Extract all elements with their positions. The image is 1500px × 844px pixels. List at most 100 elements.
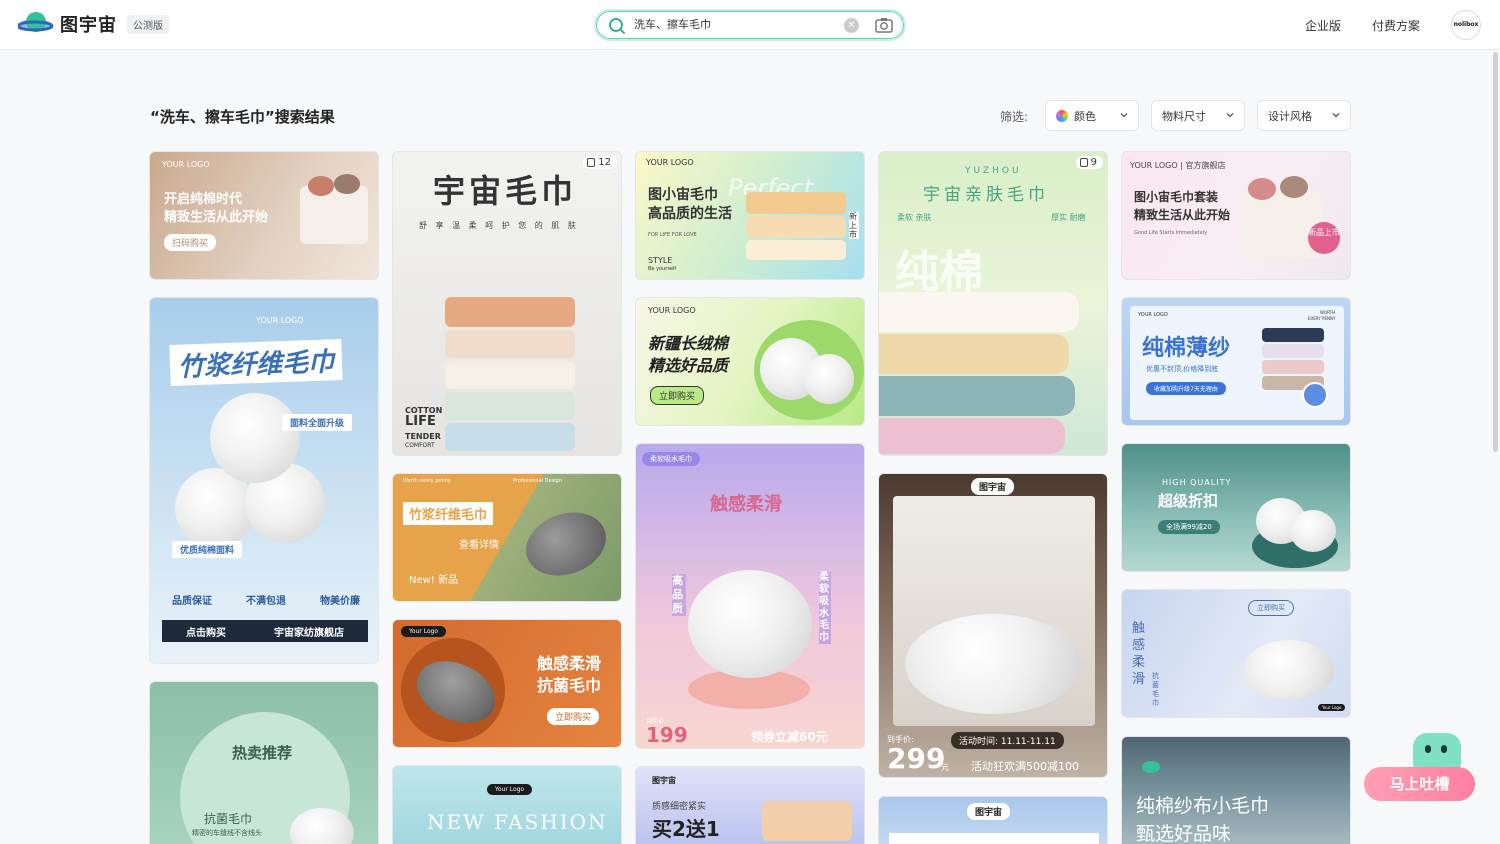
card-title: 宇宙毛巾 — [433, 172, 578, 210]
template-card[interactable]: YOUR LOGO 图小宙毛巾 高品质的生活 Perfect FOR LIFE … — [635, 151, 865, 280]
search-icon[interactable] — [608, 17, 626, 35]
card-tag: 面料全面升级 — [282, 414, 353, 431]
filter-color-dropdown[interactable]: 颜色 — [1045, 100, 1139, 131]
card-title: 宇宙亲肤毛巾 — [923, 185, 1049, 205]
template-card[interactable]: 12 宇宙毛巾 舒 享 温 柔 呵 护 您 的 肌 肤 COTTON LIFE … — [392, 151, 622, 456]
top-header: 图宇宙 公测版 ✕ 企业版 付费方案 nolibox — [0, 0, 1500, 50]
template-card[interactable]: 柔软吸水毛巾 触感柔滑 高品质 柔软吸水毛巾 到手价 199 领券立减60元 — [635, 443, 865, 749]
card-style-text: STYLE — [648, 256, 673, 265]
template-card[interactable]: 触感柔滑 抗菌毛巾 立即购买 Your Logo — [1121, 589, 1351, 718]
card-price: 199 — [646, 723, 688, 747]
page-scrollbar[interactable] — [1493, 52, 1498, 452]
card-title: 竹浆纤维毛巾 — [409, 508, 488, 523]
filter-style-label: 设计风格 — [1268, 109, 1312, 123]
towel-stack-image — [879, 334, 1069, 374]
towel-stack-image — [762, 801, 852, 841]
card-eng-text: WORTH — [1320, 310, 1336, 315]
beta-badge: 公测版 — [127, 14, 169, 34]
clear-search-icon[interactable]: ✕ — [844, 18, 859, 33]
card-style-sub: Be yourself — [648, 266, 677, 272]
card-logo: YOUR LOGO — [646, 158, 694, 167]
card-side-text: 触感柔滑 — [1132, 621, 1146, 687]
towel-stack-image — [1262, 328, 1324, 342]
chevron-down-icon — [1226, 113, 1234, 118]
card-store-text: 宇宙家纺旗舰店 — [274, 627, 344, 639]
template-card[interactable]: Your Logo NEW FASHION — [392, 765, 622, 844]
towel-stack-image — [445, 297, 575, 327]
card-title: 买2送1 — [652, 817, 720, 841]
nav-pricing-link[interactable]: 付费方案 — [1372, 17, 1420, 34]
template-card[interactable]: 图宇宙 — [878, 796, 1108, 844]
search-bar[interactable]: ✕ — [594, 9, 906, 41]
card-title-box: 竹浆纤维毛巾 — [169, 339, 343, 386]
card-buy-button: 立即购买 — [547, 708, 600, 725]
template-card[interactable]: YOUR LOGO WORTH EVERY PENNY 纯棉薄纱 优惠不封顶,价… — [1121, 297, 1351, 426]
card-logo: YOUR LOGO — [1138, 312, 1168, 318]
towel-image — [334, 174, 360, 194]
card-side-text: 高品质 — [672, 574, 686, 616]
pages-icon — [1079, 158, 1088, 167]
template-card[interactable]: YOUR LOGO 新疆长绒棉 精选好品质 立即购买 — [635, 297, 865, 426]
chevron-down-icon — [1120, 113, 1128, 118]
user-avatar[interactable]: nolibox — [1451, 10, 1481, 40]
towel-image — [1280, 176, 1308, 198]
card-title: 纯棉薄纱 — [1142, 336, 1231, 361]
card-logo: YOUR LOGO — [162, 160, 210, 169]
template-card[interactable]: YOUR LOGO 开启纯棉时代 精致生活从此开始 扫码购买 — [149, 151, 379, 280]
robot-eye — [1425, 745, 1431, 753]
towel-stack-image — [746, 192, 846, 214]
template-card[interactable]: Your Logo 触感柔滑 抗菌毛巾 立即购买 — [392, 619, 622, 748]
feature-text: 物美价廉 — [320, 596, 360, 607]
towel-roll-image — [905, 614, 1081, 714]
towel-roll-image — [1244, 640, 1334, 700]
camera-icon[interactable] — [874, 16, 894, 34]
towel-stack-image — [879, 418, 1065, 454]
search-input[interactable] — [634, 17, 834, 30]
chevron-down-icon — [1332, 113, 1340, 118]
nav-enterprise-link[interactable]: 企业版 — [1305, 17, 1341, 34]
card-title-box — [889, 833, 1099, 844]
card-subtitle: 舒 享 温 柔 呵 护 您 的 肌 肤 — [419, 221, 579, 230]
filter-style-dropdown[interactable]: 设计风格 — [1257, 100, 1351, 131]
card-title-line2: 精选好品质 — [648, 356, 729, 375]
logo[interactable]: 图宇宙 公测版 — [18, 10, 169, 38]
template-card[interactable]: YOUR LOGO 竹浆纤维毛巾 面料全面升级 优质纯棉面料 品质保证 不满包退… — [149, 297, 379, 664]
template-card[interactable]: 图宇宙 质感细密紧实 买2送1 — [635, 766, 865, 844]
card-side-sub: 抗菌毛巾 — [1152, 672, 1159, 707]
card-logo: 图宇宙 — [652, 776, 676, 785]
card-title-line2: 高品质的生活 — [648, 206, 732, 222]
feature-text: 不满包退 — [246, 596, 286, 607]
card-title: 热卖推荐 — [232, 744, 293, 762]
card-title: 超级折扣 — [1158, 492, 1219, 510]
template-card[interactable]: 热卖推荐 抗菌毛巾 精密的车缝线不含线头 — [149, 681, 379, 844]
card-title: 竹浆纤维毛巾 — [177, 347, 335, 383]
card-title-line1: 纯棉纱布小毛巾 — [1136, 795, 1270, 817]
card-title-line1: 图小宙毛巾 — [648, 187, 718, 203]
search-results-title: “洗车、擦车毛巾”搜索结果 — [150, 108, 335, 126]
card-logo: Your Logo — [401, 626, 447, 637]
towel-stack-image — [879, 292, 1079, 332]
towel-stack-image — [1262, 344, 1324, 358]
feature-text: 品质保证 — [172, 596, 212, 607]
feedback-button[interactable]: 马上吐槽 — [1364, 767, 1475, 801]
card-price-unit: 元 — [941, 763, 949, 772]
card-title-line1: 新疆长绒棉 — [648, 334, 729, 353]
card-logo: YOUR LOGO — [648, 306, 696, 315]
template-card[interactable]: 纯棉纱布小毛巾 甄选好品味 — [1121, 736, 1351, 844]
filter-size-dropdown[interactable]: 物料尺寸 — [1151, 100, 1245, 131]
filter-size-label: 物料尺寸 — [1162, 109, 1206, 123]
new-product-stamp: 新品上市 — [1308, 222, 1340, 254]
card-bg-word: 纯棉 — [895, 247, 983, 298]
card-coupon-text: 领券立减60元 — [751, 730, 828, 744]
feedback-robot-icon[interactable] — [1413, 733, 1461, 771]
card-eng-text: TENDER — [405, 432, 441, 441]
card-new-text: New! 新品 — [409, 575, 458, 586]
template-card[interactable]: YOUR LOGO | 官方旗舰店 图小宙毛巾套装 精致生活从此开始 Good … — [1121, 151, 1351, 280]
template-card[interactable]: 图宇宙 到手价: 299 元 活动时间: 11.11-11.11 活动狂欢满50… — [878, 473, 1108, 778]
card-logo: 图宇宙 — [971, 478, 1015, 495]
template-card[interactable]: HIGH QUALITY 超级折扣 全场满99减20 — [1121, 443, 1351, 572]
template-card[interactable]: Worth every penny Professional Design 竹浆… — [392, 473, 622, 602]
card-subtitle: 优惠不封顶,价格降到底 — [1146, 365, 1219, 373]
template-card[interactable]: 9 YUZHOU 宇宙亲肤毛巾 柔软 亲肤 厚实 耐磨 纯棉 — [878, 151, 1108, 456]
card-price: 299 — [887, 742, 946, 775]
